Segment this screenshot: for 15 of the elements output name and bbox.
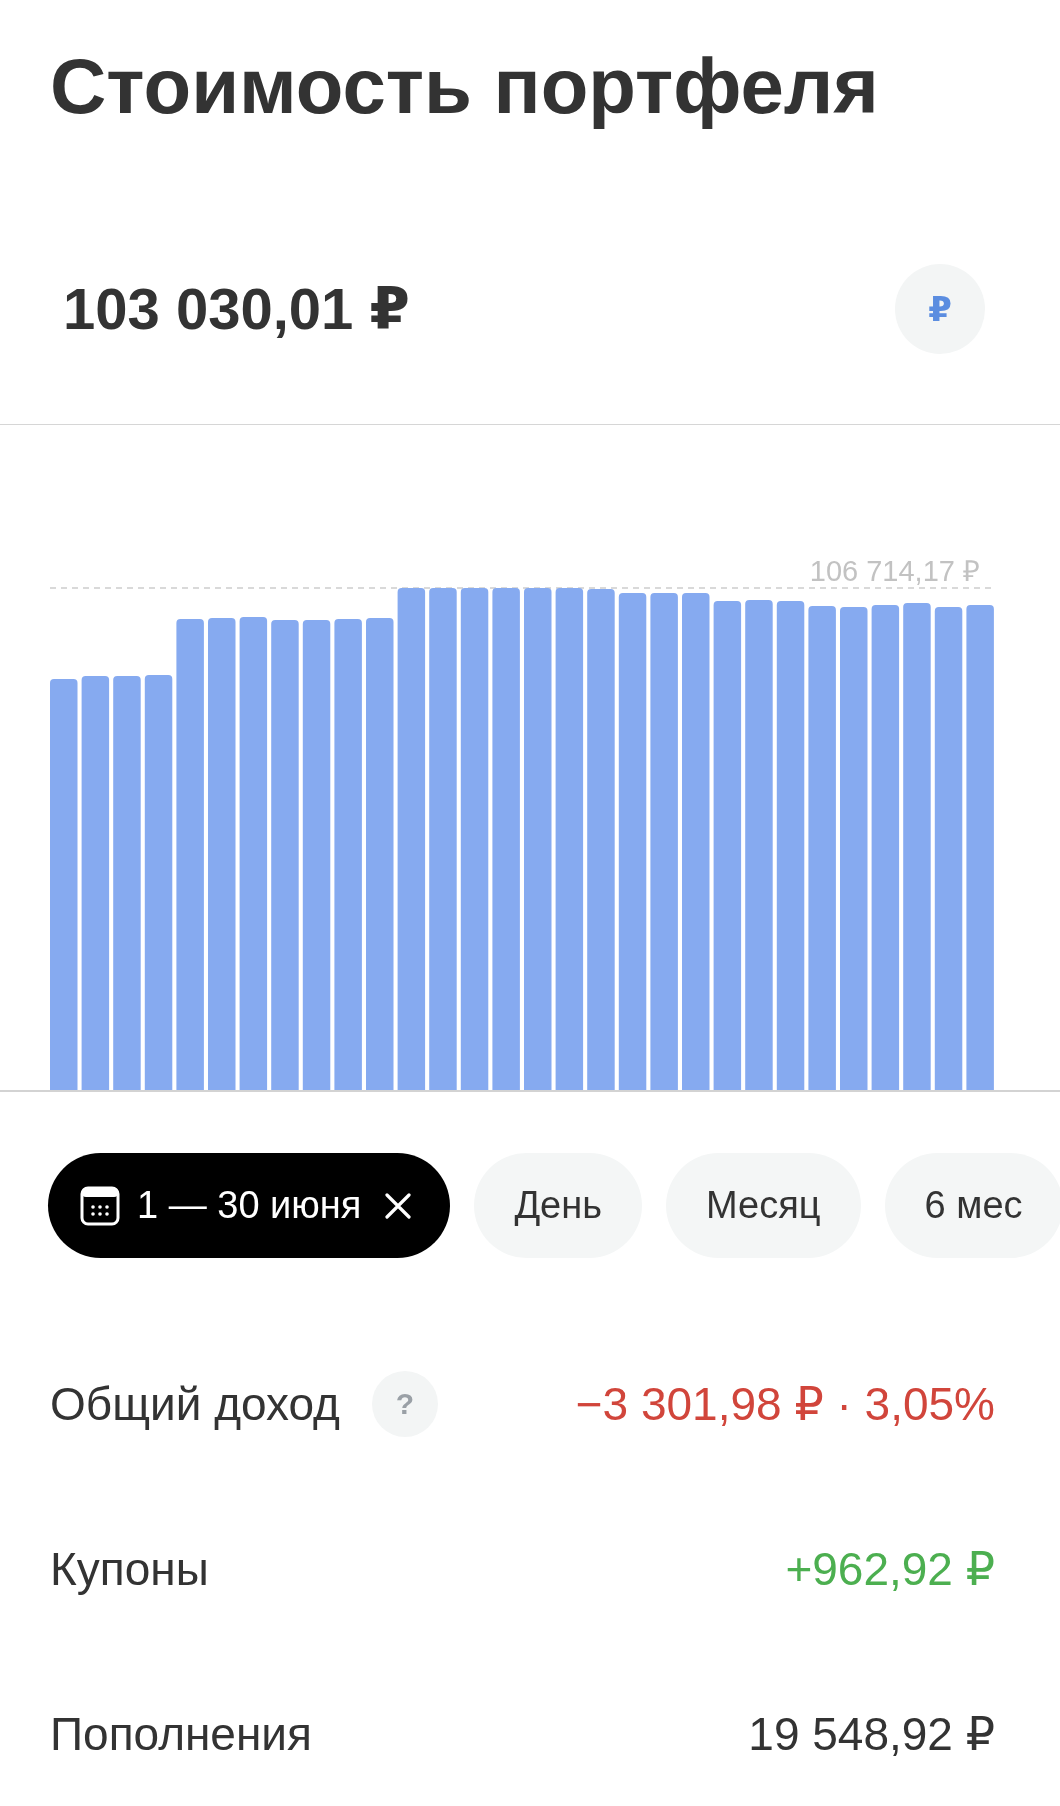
calendar-icon (80, 1185, 120, 1226)
max-value-label: 106 714,17 ₽ (809, 555, 980, 587)
row-value: +962,92 ₽ (785, 1542, 995, 1596)
row-label: Общий доход (50, 1377, 340, 1431)
page-title: Стоимость портфеля (50, 41, 879, 132)
row-label: Пополнения (50, 1707, 312, 1761)
period-chip[interactable]: 6 мес (884, 1153, 1060, 1258)
portfolio-value: 103 030,01 ₽ (63, 277, 410, 341)
date-range-chip[interactable]: 1 — 30 июня (48, 1153, 451, 1258)
period-chip[interactable]: День (474, 1153, 643, 1258)
period-chip[interactable]: Месяц (666, 1153, 861, 1258)
row-label: Купоны (50, 1542, 209, 1596)
row-value: 19 548,92 ₽ (748, 1707, 995, 1761)
close-icon[interactable] (385, 1192, 412, 1219)
row-value: −3 301,98 ₽ · 3,05% (575, 1377, 995, 1431)
